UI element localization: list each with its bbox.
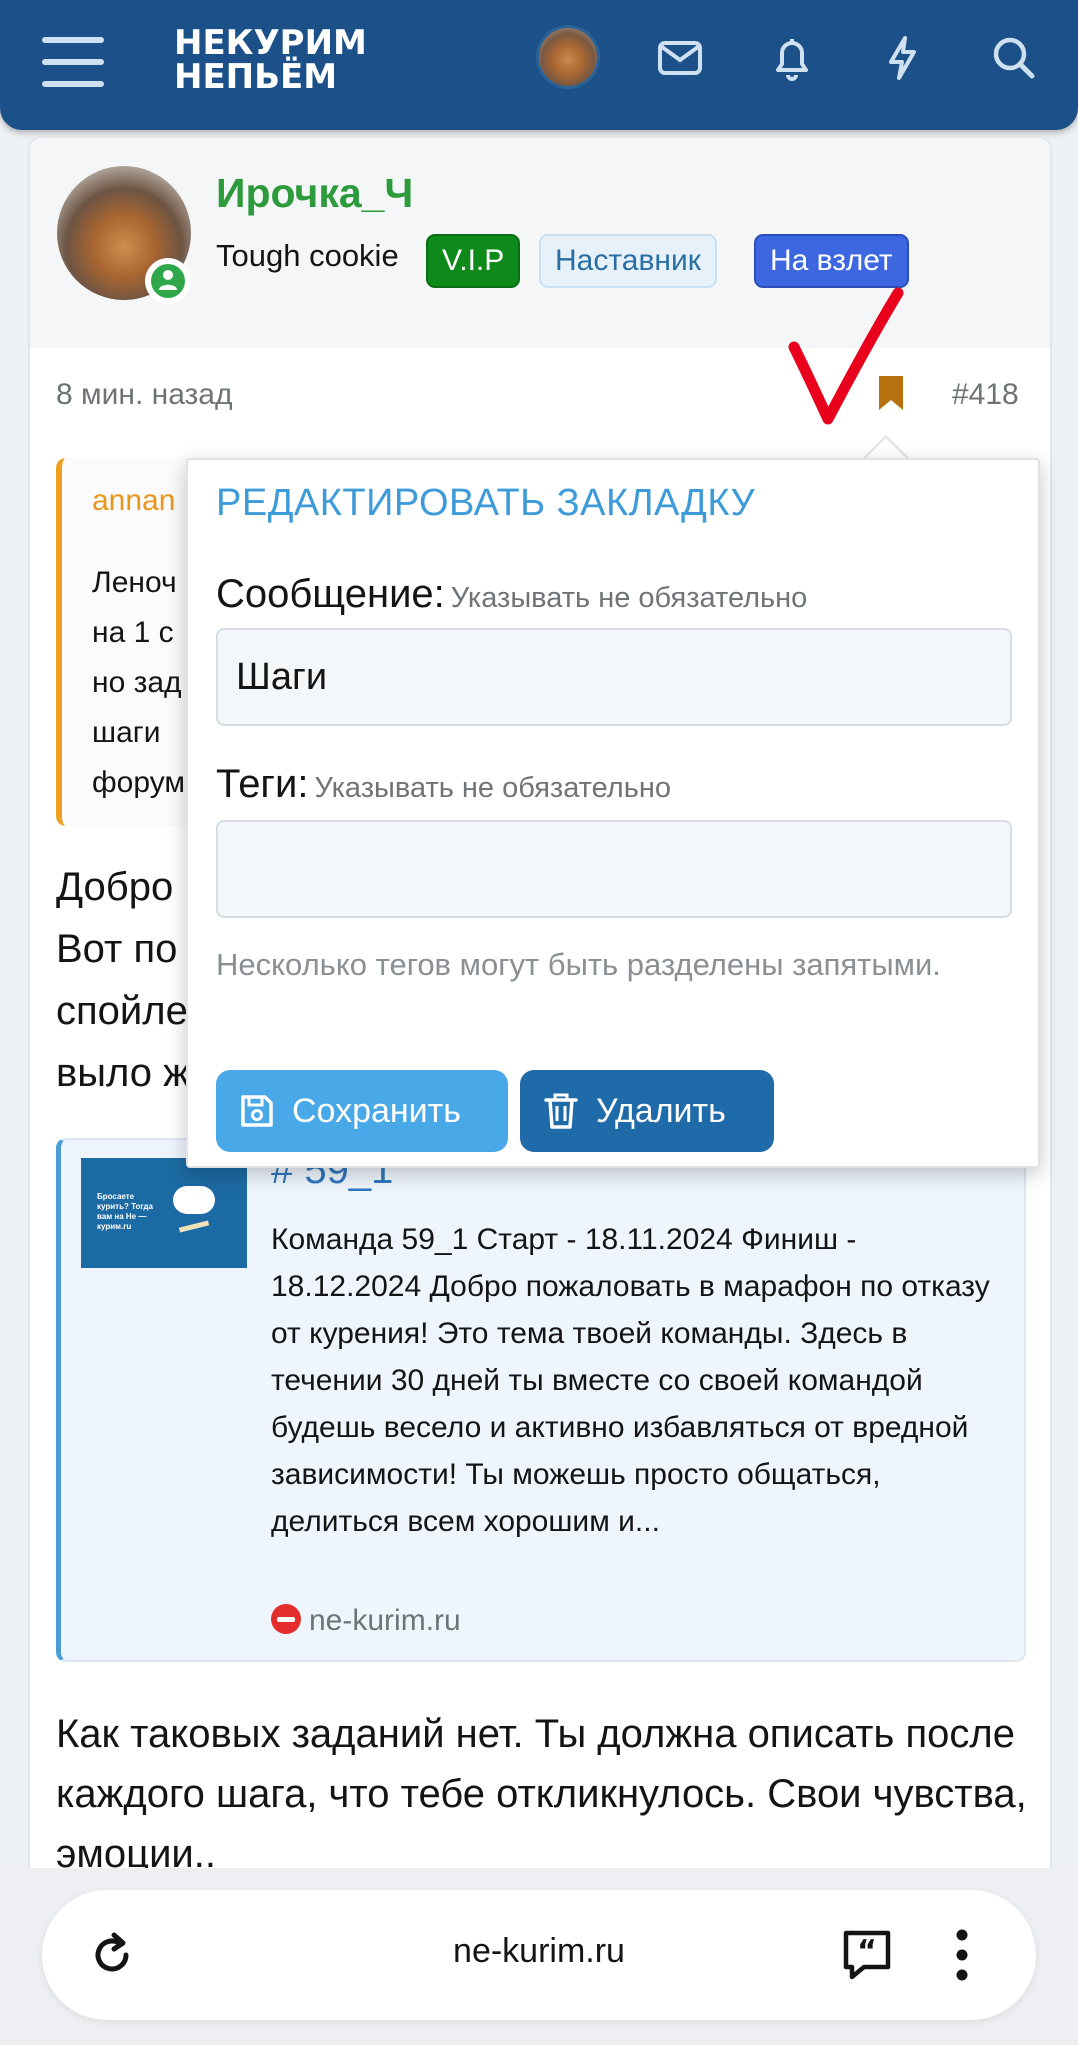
- popup-title: РЕДАКТИРОВАТЬ ЗАКЛАДКУ: [216, 482, 756, 524]
- delete-button-label: Удалить: [596, 1092, 726, 1130]
- message-label-text: Сообщение:: [216, 572, 445, 616]
- lightning-icon[interactable]: [874, 30, 930, 86]
- svg-text:“: “: [857, 1934, 877, 1969]
- smoke-cloud-icon: [173, 1186, 215, 1214]
- tags-hint: Указывать не обязательно: [314, 772, 671, 804]
- post-body-text: Как таковых заданий нет. Ты должна описа…: [56, 1712, 1027, 1876]
- address-bar[interactable]: ne-kurim.ru “: [42, 1890, 1036, 2020]
- message-input[interactable]: [216, 628, 1012, 726]
- message-label: Сообщение: Указывать не обязательно: [216, 572, 807, 617]
- site-logo[interactable]: НЕКУРИМ НЕПЬЁМ: [174, 26, 367, 94]
- more-options-icon[interactable]: [952, 1927, 972, 1988]
- link-preview-source[interactable]: ne-kurim.ru: [271, 1604, 461, 1638]
- online-status-icon: [145, 258, 191, 304]
- site-favicon-icon: [271, 1604, 301, 1634]
- badge-vip: V.I.P: [426, 234, 521, 288]
- account-avatar[interactable]: [536, 25, 600, 89]
- tags-label: Теги: Указывать не обязательно: [216, 762, 671, 807]
- badge-takeoff: На взлет: [754, 234, 909, 288]
- quote-bubble-icon[interactable]: “: [838, 1927, 896, 1988]
- search-icon[interactable]: [986, 30, 1042, 86]
- post-timestamp[interactable]: 8 мин. назад: [56, 378, 233, 412]
- author-username[interactable]: Ирочка_Ч: [216, 170, 413, 217]
- checkmark-annotation-icon: [788, 287, 904, 425]
- tags-label-text: Теги:: [216, 762, 309, 806]
- top-header: НЕКУРИМ НЕПЬЁМ: [0, 0, 1078, 130]
- link-preview-domain: ne-kurim.ru: [309, 1604, 461, 1637]
- message-hint: Указывать не обязательно: [450, 582, 808, 614]
- edit-bookmark-popup: РЕДАКТИРОВАТЬ ЗАКЛАДКУ Сообщение: Указыва…: [186, 458, 1040, 1168]
- tags-help-text: Несколько тегов могут быть разделены зап…: [216, 947, 941, 982]
- save-button-label: Сохранить: [292, 1092, 461, 1130]
- post-number[interactable]: #418: [952, 378, 1019, 412]
- bell-icon[interactable]: [764, 30, 820, 86]
- tags-input[interactable]: [216, 820, 1012, 918]
- browser-bottom-bar: ne-kurim.ru “: [0, 1868, 1078, 2045]
- logo-line-2: НЕПЬЁМ: [174, 57, 338, 97]
- save-icon: [241, 1095, 273, 1127]
- link-preview[interactable]: Бросаете курить? Тогда вам на Не — курим…: [56, 1138, 1026, 1662]
- trash-icon: [544, 1093, 578, 1129]
- link-preview-text: Команда 59_1 Старт - 18.11.2024 Финиш - …: [271, 1223, 990, 1538]
- mail-icon[interactable]: [652, 30, 708, 86]
- menu-icon[interactable]: [42, 37, 104, 87]
- quote-author[interactable]: annan: [92, 484, 175, 518]
- save-button[interactable]: Сохранить: [216, 1070, 508, 1152]
- logo-line-1: НЕКУРИМ: [174, 23, 367, 63]
- link-preview-thumbnail: Бросаете курить? Тогда вам на Не — курим…: [81, 1158, 247, 1268]
- delete-button[interactable]: Удалить: [520, 1070, 774, 1152]
- author-title: Tough cookie: [216, 238, 399, 273]
- popup-pointer: [862, 435, 910, 460]
- thumbnail-caption: Бросаете курить? Тогда вам на Не — курим…: [97, 1192, 153, 1231]
- badge-mentor: Наставник: [539, 234, 717, 288]
- cigarette-icon: [178, 1220, 210, 1233]
